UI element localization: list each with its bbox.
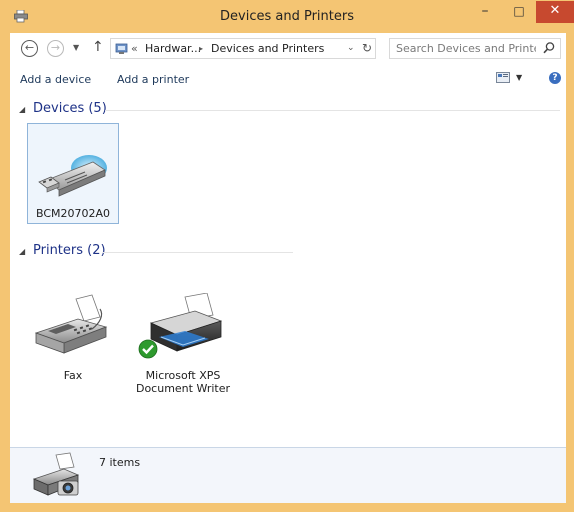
title-bar[interactable]: Devices and Printers – □ ✕ xyxy=(0,0,574,33)
devices-group-divider xyxy=(105,110,560,111)
refresh-button[interactable]: ↻ xyxy=(362,41,372,55)
devices-group-title: Devices (5) xyxy=(33,101,107,116)
maximize-button[interactable]: □ xyxy=(504,1,534,23)
devices-printers-icon xyxy=(32,452,80,496)
printers-group-title: Printers (2) xyxy=(33,243,106,258)
printers-group-divider xyxy=(103,252,293,253)
command-bar: Add a device Add a printer ▼ ? xyxy=(10,65,566,93)
device-label: BCM20702A0 xyxy=(35,207,111,220)
forward-button[interactable]: → xyxy=(47,40,64,57)
breadcrumb-separator[interactable]: ▸ xyxy=(199,44,203,53)
view-options-dropdown[interactable]: ▼ xyxy=(516,73,522,82)
close-button[interactable]: ✕ xyxy=(536,1,574,23)
default-printer-check-icon xyxy=(138,339,158,359)
recent-locations-button[interactable]: ▼ xyxy=(73,43,79,52)
help-button[interactable]: ? xyxy=(549,72,561,84)
details-pane: 7 items xyxy=(10,447,566,503)
address-bar[interactable]: « Hardwar... ▸ Devices and Printers ⌄ ↻ xyxy=(110,38,376,59)
printer-tile-microsoft-xps-document-writer[interactable]: Microsoft XPS Document Writer xyxy=(131,289,235,409)
address-dropdown-button[interactable]: ⌄ xyxy=(347,43,355,53)
add-device-button[interactable]: Add a device xyxy=(20,73,91,86)
printer-label: Fax xyxy=(63,369,83,382)
items-view: ◢ Devices (5) BCM20702A0 ◢ Printers (2) … xyxy=(10,93,566,447)
add-printer-button[interactable]: Add a printer xyxy=(117,73,189,86)
collapse-arrow-icon[interactable]: ◢ xyxy=(19,247,25,256)
usb-device-icon xyxy=(38,155,107,197)
item-count: 7 items xyxy=(99,456,141,469)
printer-label: Microsoft XPS Document Writer xyxy=(135,369,231,395)
printer-tile-fax[interactable]: Fax xyxy=(23,289,123,389)
breadcrumb-hardware[interactable]: Hardwar... xyxy=(145,42,201,55)
window: Devices and Printers – □ ✕ ← → ▼ ↑ « Har… xyxy=(0,0,574,512)
search-icon[interactable] xyxy=(542,41,556,58)
collapse-arrow-icon[interactable]: ◢ xyxy=(19,105,25,114)
search-box[interactable] xyxy=(389,38,561,59)
explorer-client: ← → ▼ ↑ « Hardwar... ▸ Devices and Print… xyxy=(10,33,566,503)
breadcrumb-overflow[interactable]: « xyxy=(131,42,138,55)
breadcrumb-devices-and-printers[interactable]: Devices and Printers xyxy=(211,42,324,55)
minimize-button[interactable]: – xyxy=(470,1,500,23)
search-input[interactable] xyxy=(396,42,536,55)
device-tile-bcm20702a0[interactable]: BCM20702A0 xyxy=(27,123,119,224)
navigation-bar: ← → ▼ ↑ « Hardwar... ▸ Devices and Print… xyxy=(10,33,566,65)
control-panel-icon xyxy=(115,42,128,58)
back-button[interactable]: ← xyxy=(21,40,38,57)
fax-icon xyxy=(34,294,108,354)
up-button[interactable]: ↑ xyxy=(92,39,104,55)
change-view-icon[interactable] xyxy=(496,72,510,86)
